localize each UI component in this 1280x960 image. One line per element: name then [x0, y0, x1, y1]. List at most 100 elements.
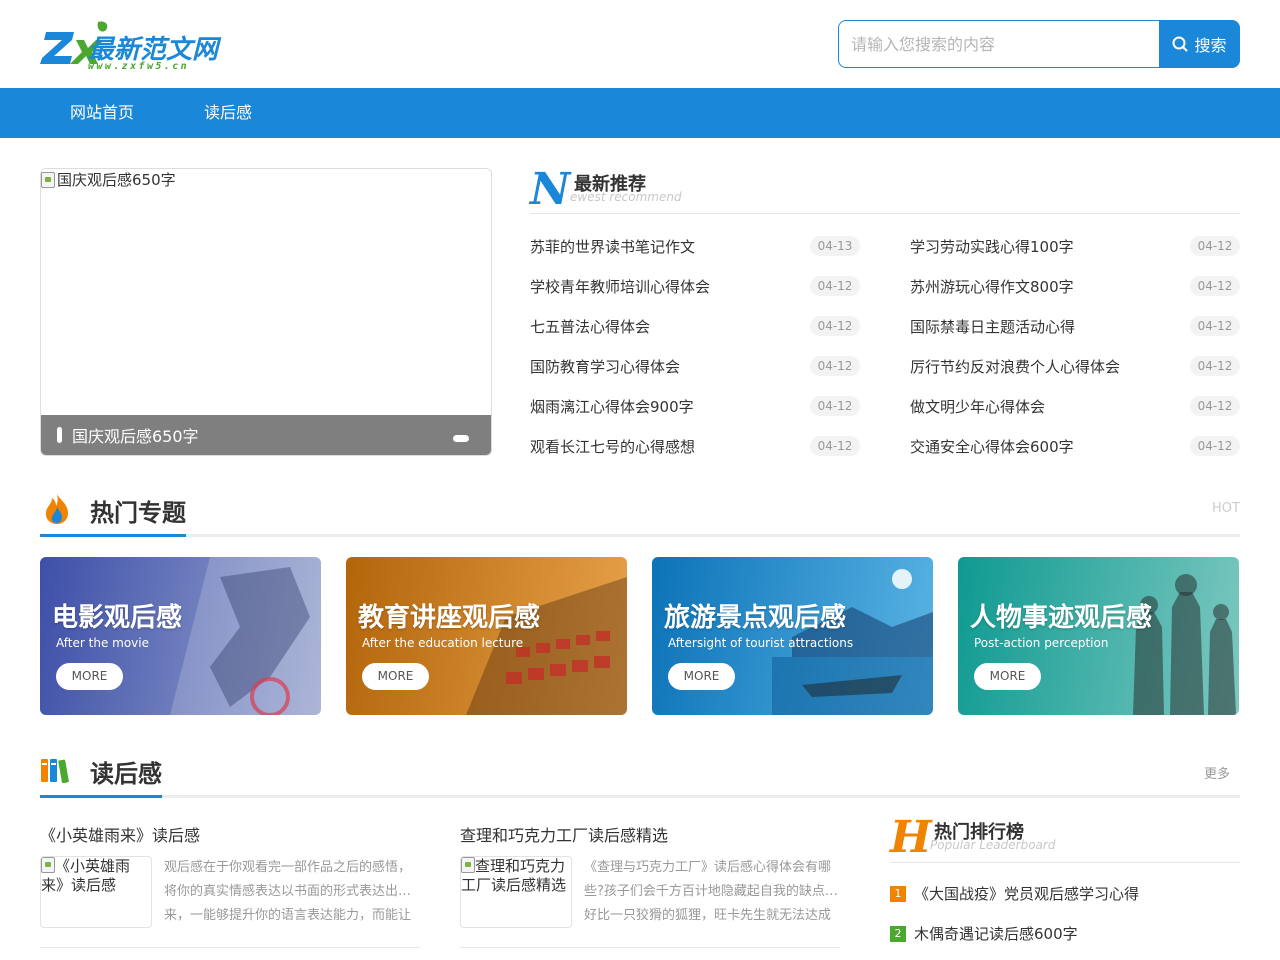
list-item[interactable]: 学校青年教师培训心得体会 04-12 [530, 266, 860, 306]
more-button[interactable]: MORE [668, 663, 735, 690]
topic-card-travel[interactable]: 旅游景点观后感 Aftersight of tourist attraction… [652, 557, 933, 715]
rank-title-link[interactable]: 《大国战疫》党员观后感学习心得 [914, 883, 1139, 904]
more-button[interactable]: MORE [56, 663, 123, 690]
summary-line: 观后感在于你观看完一部作品之后的感悟， [164, 860, 412, 875]
summary-line: 将你的真实情感表达以书面的形式表达出… [164, 884, 412, 899]
site-logo[interactable]: 最新范文网 www.zxfw5.cn [40, 18, 240, 72]
news-date: 04-12 [1190, 436, 1240, 456]
article-thumbnail[interactable]: 查理和巧克力工厂读后感精选 [460, 856, 572, 928]
rank-header: H 热门排行榜 Popular Leaderboard [890, 816, 1240, 864]
news-title[interactable]: 国防教育学习心得体会 [530, 356, 680, 377]
list-item[interactable]: 观看长江七号的心得感想 04-12 [530, 426, 860, 466]
article-summary: 观后感在于你观看完一部作品之后的感悟， 将你的真实情感表达以书面的形式表达出… … [164, 856, 420, 928]
main-nav: 网站首页 读后感 [0, 88, 1280, 138]
list-item[interactable]: 国防教育学习心得体会 04-12 [530, 346, 860, 386]
news-date: 04-12 [810, 356, 860, 376]
slider-caption[interactable]: 国庆观后感650字 [41, 415, 491, 455]
news-title[interactable]: 厉行节约反对浪费个人心得体会 [910, 356, 1120, 377]
article-title[interactable]: 查理和巧克力工厂读后感精选 [460, 822, 668, 846]
more-button[interactable]: MORE [974, 663, 1041, 690]
article-card[interactable]: 《小英雄雨来》读后感 《小英雄雨来》读后感 观后感在于你观看完一部作品之后的感悟… [40, 822, 420, 932]
list-item[interactable]: 七五普法心得体会 04-12 [530, 306, 860, 346]
summary-line: 好比一只狡猾的狐狸，旺卡先生就无法达成 [584, 908, 832, 923]
broken-image-icon [41, 857, 55, 873]
topic-card-movie[interactable]: 电影观后感 After the movie MORE [40, 557, 321, 715]
news-title[interactable]: 观看长江七号的心得感想 [530, 436, 695, 457]
more-button[interactable]: MORE [362, 663, 429, 690]
recommend-letter: N [530, 164, 571, 215]
rank-letter: H [890, 812, 932, 863]
rank-subtitle: Popular Leaderboard [930, 838, 1056, 852]
card-title: 旅游景点观后感 [664, 603, 847, 633]
slider-image-alt: 国庆观后感650字 [57, 171, 176, 189]
hot-topics-divider [40, 534, 1240, 537]
list-item[interactable]: 厉行节约反对浪费个人心得体会 04-12 [910, 346, 1240, 386]
news-date: 04-12 [1190, 276, 1240, 296]
card-title: 教育讲座观后感 [358, 603, 541, 633]
article-thumbnail-alt: 查理和巧克力工厂读后感精选 [461, 857, 567, 894]
broken-image-icon [461, 857, 475, 873]
list-item[interactable]: 苏菲的世界读书笔记作文 04-13 [530, 226, 860, 266]
news-title[interactable]: 学习劳动实践心得100字 [910, 236, 1074, 257]
news-date: 04-12 [810, 396, 860, 416]
news-date: 04-12 [1190, 396, 1240, 416]
reviews-underline [40, 795, 162, 798]
news-title[interactable]: 学校青年教师培训心得体会 [530, 276, 710, 297]
card-title: 电影观后感 [52, 603, 183, 633]
news-title[interactable]: 烟雨漓江心得体会900字 [530, 396, 694, 417]
nav-item-reviews[interactable]: 读后感 [204, 88, 252, 138]
news-title[interactable]: 做文明少年心得体会 [910, 396, 1045, 417]
logo-url-text: www.zxfw5.cn [88, 61, 189, 72]
news-title[interactable]: 交通安全心得体会600字 [910, 436, 1074, 457]
card-subtitle: Post-action perception [974, 636, 1109, 650]
topic-card-people[interactable]: 人物事迹观后感 Post-action perception MORE [958, 557, 1239, 715]
recommend-header: N 最新推荐 ewest recommend [530, 168, 1240, 216]
reviews-divider [40, 795, 1240, 798]
news-date: 04-13 [810, 236, 860, 256]
recommend-divider [530, 213, 1240, 214]
summary-line: 来，一能够提升你的语言表达能力，而能让 [164, 908, 412, 923]
flame-icon [45, 494, 68, 524]
hot-topics-title: 热门专题 [90, 499, 186, 527]
slider-caption-text: 国庆观后感650字 [72, 427, 199, 446]
list-item[interactable]: 国际禁毒日主题活动心得 04-12 [910, 306, 1240, 346]
news-title[interactable]: 七五普法心得体会 [530, 316, 650, 337]
search-button[interactable]: 搜索 [1159, 20, 1240, 68]
article-divider [40, 947, 420, 948]
summary-line: 些?孩子们会千方百计地隐藏起自我的缺点… [584, 884, 838, 899]
reviews-title: 读后感 [90, 760, 162, 788]
rank-item[interactable]: 2 木偶奇遇记读后感600字 [890, 922, 1240, 946]
news-title[interactable]: 国际禁毒日主题活动心得 [910, 316, 1075, 337]
list-item[interactable]: 做文明少年心得体会 04-12 [910, 386, 1240, 426]
news-title[interactable]: 苏菲的世界读书笔记作文 [530, 236, 695, 257]
summary-line: 《查理与巧克力工厂》读后感心得体会有哪 [584, 860, 832, 875]
news-date: 04-12 [1190, 236, 1240, 256]
list-item[interactable]: 学习劳动实践心得100字 04-12 [910, 226, 1240, 266]
nav-item-home[interactable]: 网站首页 [70, 88, 134, 138]
article-divider [460, 947, 840, 948]
reviews-more-link[interactable]: 更多 [1204, 763, 1230, 782]
article-title[interactable]: 《小英雄雨来》读后感 [40, 822, 200, 846]
news-date: 04-12 [810, 276, 860, 296]
caption-bar-icon [57, 427, 62, 443]
card-subtitle: Aftersight of tourist attractions [668, 636, 854, 650]
rank-item[interactable]: 1 《大国战疫》党员观后感学习心得 [890, 882, 1240, 906]
site-header: 最新范文网 www.zxfw5.cn 搜索 [0, 0, 1280, 88]
hot-topics-underline [40, 534, 186, 537]
list-item[interactable]: 苏州游玩心得作文800字 04-12 [910, 266, 1240, 306]
books-icon [41, 759, 69, 783]
featured-slider[interactable]: 国庆观后感650字 国庆观后感650字 [40, 168, 492, 456]
article-thumbnail[interactable]: 《小英雄雨来》读后感 [40, 856, 152, 928]
recommend-subtitle: ewest recommend [570, 190, 682, 204]
slider-pager-dot[interactable] [453, 435, 469, 442]
article-card[interactable]: 查理和巧克力工厂读后感精选 查理和巧克力工厂读后感精选 《查理与巧克力工厂》读后… [460, 822, 840, 932]
search-input[interactable] [838, 20, 1160, 68]
rank-title-link[interactable]: 木偶奇遇记读后感600字 [914, 923, 1078, 944]
news-title[interactable]: 苏州游玩心得作文800字 [910, 276, 1074, 297]
search-icon [1172, 36, 1188, 52]
topic-card-lecture[interactable]: 教育讲座观后感 After the education lecture MORE [346, 557, 627, 715]
list-item[interactable]: 烟雨漓江心得体会900字 04-12 [530, 386, 860, 426]
rank-number: 2 [890, 926, 906, 942]
list-item[interactable]: 交通安全心得体会600字 04-12 [910, 426, 1240, 466]
slider-image[interactable]: 国庆观后感650字 [41, 169, 176, 190]
